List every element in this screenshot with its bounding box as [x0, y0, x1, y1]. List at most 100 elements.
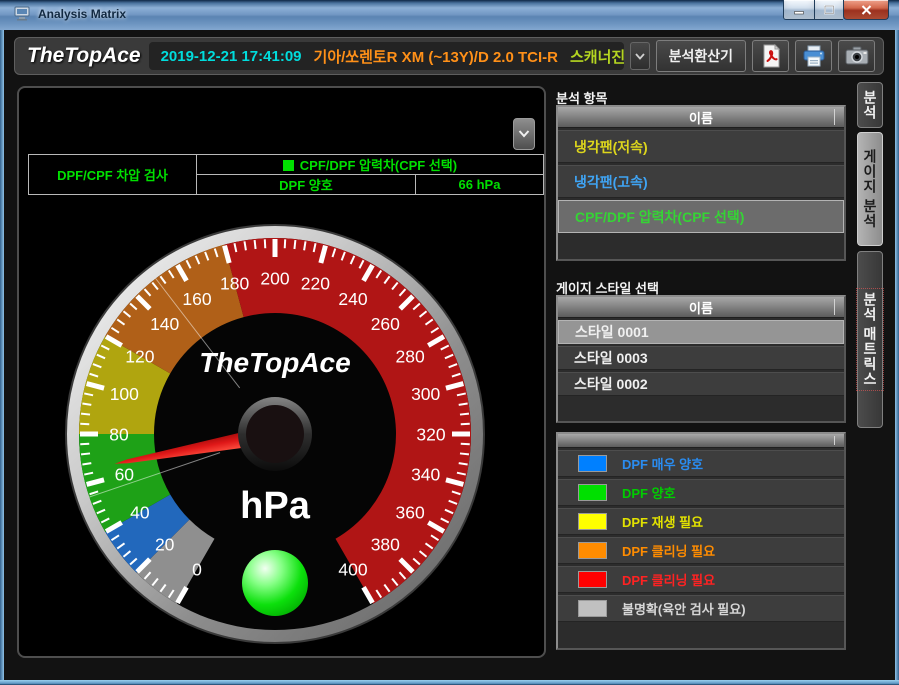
analysis-item-cooling-fan-high[interactable]: 냉각팬(고속) [558, 165, 844, 198]
application-window: Analysis Matrix TheTopAce 2019-12-21 17:… [0, 0, 899, 685]
client-area: TheTopAce 2019-12-21 17:41:09 기아/쏘렌토R XM… [4, 30, 895, 680]
analysis-item-cooling-fan-low[interactable]: 냉각팬(저속) [558, 130, 844, 163]
style-item-style-0003[interactable]: 스타일 0003 [558, 346, 844, 370]
svg-text:360: 360 [395, 502, 424, 522]
analysis-converter-button[interactable]: 분석환산기 [656, 40, 746, 72]
maximize-icon [824, 5, 835, 15]
legend-color-swatch [578, 542, 607, 559]
screenshot-button[interactable] [838, 40, 875, 72]
toolbar: TheTopAce 2019-12-21 17:41:09 기아/쏘렌토R XM… [14, 37, 884, 75]
legend-item-label: DPF 클리닝 필요 [622, 541, 715, 560]
svg-text:240: 240 [338, 289, 367, 309]
svg-text:400: 400 [338, 559, 367, 579]
legend-item-label: DPF 클리닝 필요 [622, 570, 715, 589]
style-item-style-0001[interactable]: 스타일 0001 [558, 320, 844, 344]
side-tab-label: 분석 [860, 90, 880, 120]
svg-text:160: 160 [182, 289, 211, 309]
style-item-style-0002[interactable]: 스타일 0002 [558, 372, 844, 396]
svg-text:20: 20 [155, 535, 175, 555]
legend-color-swatch [578, 484, 607, 501]
legend-item[interactable]: DPF 클리닝 필요 [558, 537, 844, 564]
gauge-panel: DPF/CPF 차압 검사 CPF/DPF 압력차(CPF 선택) DPF 양호… [17, 86, 546, 658]
list-item-label: 냉각팬(저속) [574, 137, 648, 157]
minimize-button[interactable] [783, 0, 814, 20]
legend-item-label: 불명확(육안 검사 필요) [622, 599, 746, 618]
maximize-button[interactable] [814, 0, 843, 20]
legend-item-label: DPF 재생 필요 [622, 512, 703, 531]
gauge-options-button[interactable] [513, 118, 535, 150]
list-item-label: 스타일 0003 [574, 348, 648, 368]
svg-text:180: 180 [220, 274, 249, 294]
print-button[interactable] [795, 40, 832, 72]
camera-icon [845, 46, 869, 66]
side-tab-label: 분석 매트릭스 [860, 292, 880, 387]
pressure-gauge: 0204060801001201401601802002202402602803… [55, 214, 495, 654]
pdf-icon [760, 44, 782, 68]
svg-text:100: 100 [110, 384, 139, 404]
value-cell: 66 hPa [415, 175, 543, 195]
session-info: 2019-12-21 17:41:09 기아/쏘렌토R XM (~13Y)/D … [149, 42, 624, 70]
side-tab-analysis[interactable]: 분석 [857, 82, 883, 128]
list-item-label: 스타일 0002 [574, 374, 648, 394]
legend-color-swatch [578, 600, 607, 617]
analysis-item-cpf-dpf-pressure[interactable]: CPF/DPF 압력차(CPF 선택) [558, 200, 844, 233]
svg-text:120: 120 [125, 346, 154, 366]
legend-color-swatch [578, 571, 607, 588]
vehicle-info: 기아/쏘렌토R XM (~13Y)/D 2.0 TCI-R [314, 46, 558, 67]
side-tab-analysis-matrix[interactable]: 분석 매트릭스 [857, 251, 883, 428]
legend-item[interactable]: 불명확(육안 검사 필요) [558, 595, 844, 622]
close-icon [861, 5, 872, 15]
dpf-legend-list: DPF 매우 양호 DPF 양호 DPF 재생 필요 DPF 클리닝 필요 DP… [556, 432, 846, 650]
svg-text:340: 340 [411, 465, 440, 485]
legend-color-swatch [578, 513, 607, 530]
svg-text:0: 0 [192, 559, 202, 579]
app-icon [14, 6, 31, 21]
channel-color-swatch [283, 160, 294, 171]
legend-item[interactable]: DPF 매우 양호 [558, 450, 844, 477]
window-title: Analysis Matrix [38, 7, 126, 21]
window-border-bottom [0, 680, 899, 685]
chevron-down-icon [518, 130, 530, 138]
legend-item[interactable]: DPF 클리닝 필요 [558, 566, 844, 593]
chevron-down-icon [635, 53, 645, 60]
timestamp: 2019-12-21 17:41:09 [161, 48, 302, 65]
channel-cell: CPF/DPF 압력차(CPF 선택) [196, 155, 543, 175]
svg-text:200: 200 [260, 268, 289, 288]
list-column-header: 이름 [558, 297, 844, 318]
svg-text:80: 80 [109, 424, 129, 444]
svg-text:220: 220 [301, 274, 330, 294]
side-tab-label: 게이지 분석 [860, 149, 880, 229]
legend-item-label: DPF 양호 [622, 483, 676, 502]
svg-text:260: 260 [371, 314, 400, 334]
titlebar: Analysis Matrix [0, 0, 899, 31]
minimize-icon [794, 5, 804, 15]
diagnosis-mode: 스캐너진단/ [570, 46, 624, 67]
svg-text:380: 380 [371, 535, 400, 555]
svg-text:280: 280 [395, 346, 424, 366]
list-item-label: 냉각팬(고속) [574, 172, 648, 192]
gauge-unit-text: hPa [240, 485, 311, 527]
pdf-export-button[interactable] [752, 40, 789, 72]
legend-item[interactable]: DPF 양호 [558, 479, 844, 506]
svg-text:60: 60 [115, 465, 135, 485]
legend-item-label: DPF 매우 양호 [622, 454, 703, 473]
svg-text:320: 320 [416, 424, 445, 444]
legend-item[interactable]: DPF 재생 필요 [558, 508, 844, 535]
brand-logo: TheTopAce [27, 44, 141, 68]
side-tab-gauge-analysis[interactable]: 게이지 분석 [857, 132, 883, 246]
status-cell: DPF 양호 [196, 175, 415, 195]
svg-text:300: 300 [411, 384, 440, 404]
status-lamp [242, 550, 308, 616]
printer-icon [802, 45, 826, 67]
test-name-cell: DPF/CPF 차압 검사 [29, 155, 197, 195]
gauge-style-list: 이름 스타일 0001 스타일 0003 스타일 0002 [556, 295, 846, 423]
analysis-items-list: 이름 냉각팬(저속)냉각팬(고속)CPF/DPF 압력차(CPF 선택) [556, 105, 846, 261]
legend-color-swatch [578, 455, 607, 472]
svg-text:140: 140 [150, 314, 179, 334]
list-item-label: CPF/DPF 압력차(CPF 선택) [575, 207, 744, 227]
test-info-table: DPF/CPF 차압 검사 CPF/DPF 압력차(CPF 선택) DPF 양호… [28, 154, 544, 195]
list-item-label: 스타일 0001 [575, 322, 649, 342]
gauge-brand-text: TheTopAce [199, 347, 350, 378]
close-button[interactable] [843, 0, 889, 20]
session-dropdown-button[interactable] [630, 42, 650, 70]
